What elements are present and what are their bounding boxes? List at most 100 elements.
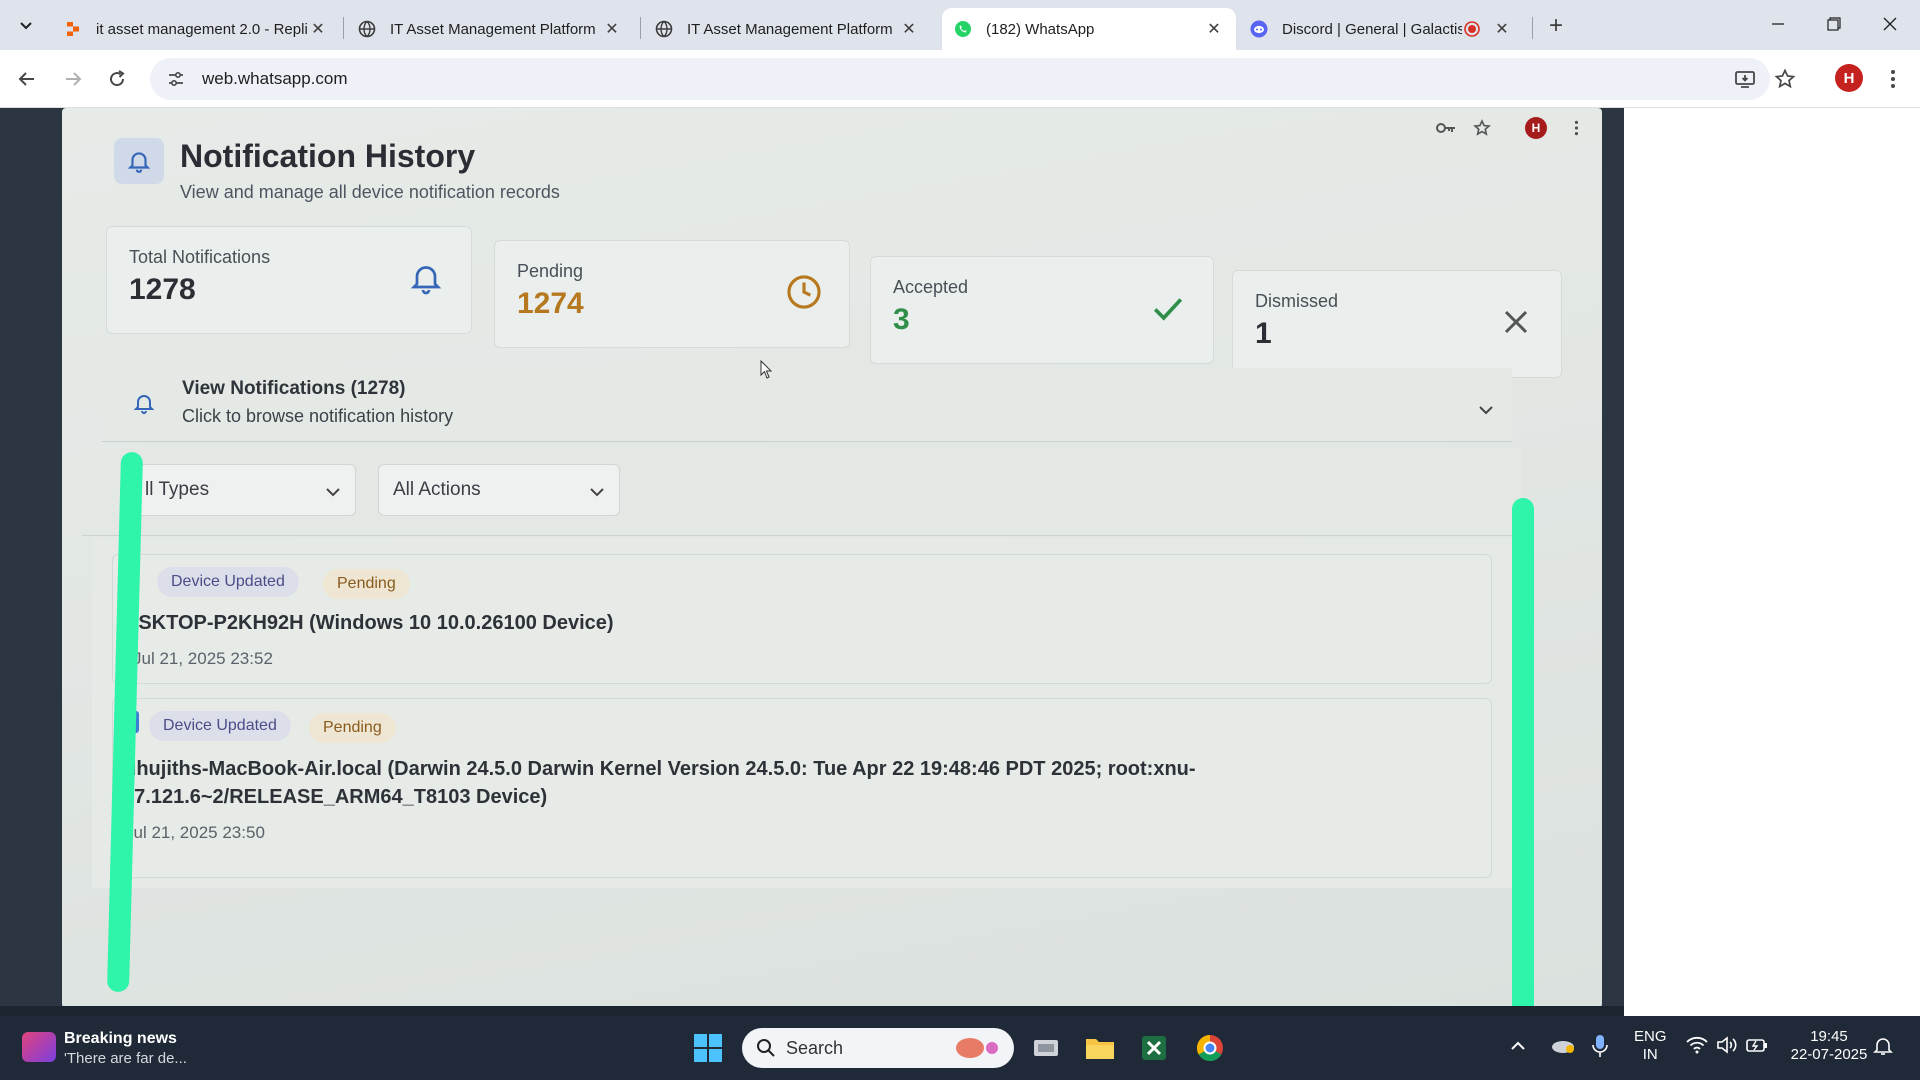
news-title[interactable]: Breaking news bbox=[64, 1030, 177, 1048]
minimize-icon bbox=[1772, 23, 1784, 25]
volume-icon[interactable] bbox=[1716, 1036, 1738, 1059]
clock[interactable]: 19:45 22-07-2025 bbox=[1784, 1028, 1874, 1064]
action-filter-select[interactable]: All Actions bbox=[378, 464, 620, 516]
browser-menu-button[interactable] bbox=[1878, 64, 1908, 94]
back-button[interactable] bbox=[12, 64, 42, 94]
notification-time: Jul 21, 2025 23:50 bbox=[125, 823, 265, 842]
recording-icon bbox=[1462, 19, 1482, 39]
tab-title: it asset management 2.0 - Repli bbox=[96, 20, 308, 38]
filter-row: ll Types All Actions bbox=[82, 448, 1522, 536]
tab-whatsapp[interactable]: (182) WhatsApp ✕ bbox=[942, 8, 1236, 50]
tab-it-asset-2[interactable]: IT Asset Management Platform ✕ bbox=[643, 8, 931, 50]
tab-search-button[interactable] bbox=[10, 10, 42, 42]
news-widget-icon[interactable] bbox=[22, 1032, 56, 1062]
type-filter-select[interactable]: ll Types bbox=[130, 464, 356, 516]
star-icon bbox=[1470, 116, 1494, 140]
notification-item[interactable]: Device Updated Pending ESKTOP-P2KH92H (W… bbox=[112, 554, 1492, 684]
type-badge: Device Updated bbox=[157, 567, 299, 597]
bell-icon bbox=[127, 152, 151, 173]
clock-date: 22-07-2025 bbox=[1790, 1046, 1868, 1063]
task-view-icon bbox=[1034, 1040, 1058, 1056]
file-explorer-button[interactable] bbox=[1082, 1030, 1118, 1066]
start-button[interactable] bbox=[690, 1030, 726, 1066]
language-line-1: ENG bbox=[1634, 1028, 1667, 1045]
wifi-icon[interactable] bbox=[1686, 1036, 1708, 1059]
type-filter-value: ll Types bbox=[145, 479, 210, 500]
tab-it-asset-1[interactable]: IT Asset Management Platform ✕ bbox=[346, 8, 634, 50]
stat-value: 1274 bbox=[517, 287, 584, 320]
close-window-button[interactable] bbox=[1862, 0, 1918, 48]
close-tab-icon[interactable]: ✕ bbox=[1204, 19, 1224, 39]
excel-icon bbox=[1142, 1036, 1166, 1060]
notification-center-icon[interactable] bbox=[1872, 1036, 1894, 1061]
profile-avatar[interactable]: H bbox=[1835, 64, 1863, 92]
notification-item[interactable]: Device Updated Pending adhujiths-MacBook… bbox=[112, 698, 1492, 878]
close-tab-icon[interactable]: ✕ bbox=[602, 19, 622, 39]
close-tab-icon[interactable]: ✕ bbox=[308, 19, 328, 39]
page-title: Notification History bbox=[180, 138, 476, 174]
show-hidden-icons-button[interactable] bbox=[1510, 1038, 1526, 1056]
stat-value: 3 bbox=[893, 303, 910, 336]
check-icon bbox=[1147, 287, 1189, 329]
tab-separator bbox=[1532, 17, 1533, 39]
site-info-icon[interactable] bbox=[156, 59, 196, 99]
chevron-down-icon bbox=[325, 481, 341, 503]
stat-label: Accepted bbox=[893, 277, 969, 297]
device-name: adhujiths-MacBook-Air.local (Darwin 24.5… bbox=[113, 758, 1196, 780]
view-notifications-subtitle: Click to browse notification history bbox=[182, 406, 454, 426]
reload-button[interactable] bbox=[102, 64, 132, 94]
key-icon bbox=[1434, 116, 1458, 140]
task-view-button[interactable] bbox=[1028, 1030, 1064, 1066]
minimize-button[interactable] bbox=[1750, 0, 1806, 48]
restore-button[interactable] bbox=[1806, 0, 1862, 48]
status-badge: Pending bbox=[323, 569, 410, 599]
highlight-marker-right bbox=[1512, 498, 1534, 1016]
chevron-up-icon bbox=[1511, 1041, 1525, 1050]
star-icon bbox=[1774, 68, 1796, 89]
stat-label: Pending bbox=[517, 261, 584, 281]
chevron-down-icon[interactable] bbox=[1478, 402, 1494, 420]
notification-list: Device Updated Pending ESKTOP-P2KH92H (W… bbox=[92, 538, 1532, 888]
chrome-button[interactable] bbox=[1192, 1030, 1228, 1066]
install-app-button[interactable] bbox=[1730, 64, 1760, 94]
search-icon bbox=[756, 1038, 776, 1058]
stat-value: 1 bbox=[1255, 317, 1272, 350]
tab-discord[interactable]: Discord | General | Galactis ✕ bbox=[1238, 8, 1524, 50]
globe-icon bbox=[358, 20, 376, 38]
device-name: ESKTOP-P2KH92H (Windows 10 10.0.26100 De… bbox=[125, 612, 614, 634]
chevron-down-icon bbox=[20, 22, 32, 30]
view-notifications-toggle[interactable]: View Notifications (1278) Click to brows… bbox=[102, 368, 1512, 442]
clock-icon bbox=[783, 271, 825, 313]
microphone-icon[interactable] bbox=[1592, 1034, 1608, 1063]
chevron-down-icon bbox=[589, 481, 605, 503]
language-indicator[interactable]: ENG IN bbox=[1634, 1028, 1667, 1064]
taskbar-search[interactable]: Search bbox=[742, 1028, 1014, 1068]
view-notifications-title: View Notifications (1278) bbox=[182, 378, 406, 399]
news-text[interactable]: 'There are far de... bbox=[64, 1050, 187, 1067]
close-tab-icon[interactable]: ✕ bbox=[1492, 19, 1512, 39]
tab-title: IT Asset Management Platform bbox=[390, 20, 596, 38]
status-badge: Pending bbox=[309, 713, 396, 743]
forward-button[interactable] bbox=[58, 64, 88, 94]
close-tab-icon[interactable]: ✕ bbox=[899, 19, 919, 39]
new-tab-button[interactable]: + bbox=[1542, 12, 1570, 40]
inner-avatar: H bbox=[1524, 116, 1548, 140]
windows-taskbar: Breaking news 'There are far de... Searc… bbox=[0, 1016, 1920, 1080]
reload-icon bbox=[110, 70, 125, 87]
replit-icon bbox=[64, 20, 82, 38]
language-line-2: IN bbox=[1642, 1046, 1658, 1063]
x-icon bbox=[1495, 301, 1537, 343]
device-name-continued: 117.121.6~2/RELEASE_ARM64_T8103 Device) bbox=[113, 786, 548, 808]
arrow-left-icon bbox=[18, 72, 34, 86]
excel-button[interactable] bbox=[1136, 1030, 1172, 1066]
tab-separator bbox=[343, 17, 344, 39]
chrome-icon bbox=[1196, 1034, 1223, 1062]
bookmark-button[interactable] bbox=[1770, 64, 1800, 94]
folder-icon bbox=[1086, 1039, 1114, 1059]
tab-title: Discord | General | Galactis bbox=[1282, 20, 1462, 38]
tab-replit[interactable]: it asset management 2.0 - Repli ✕ bbox=[52, 8, 340, 50]
battery-icon[interactable] bbox=[1746, 1036, 1768, 1059]
address-bar[interactable]: web.whatsapp.com bbox=[150, 58, 1770, 100]
globe-icon bbox=[655, 20, 673, 38]
onedrive-icon[interactable] bbox=[1550, 1036, 1576, 1059]
